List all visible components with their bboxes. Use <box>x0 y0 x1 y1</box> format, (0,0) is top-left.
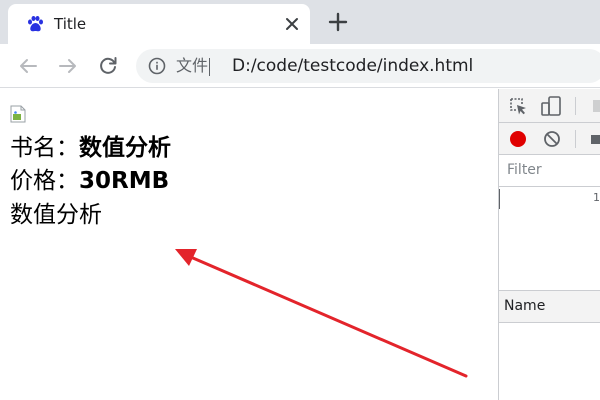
inspect-element-icon[interactable] <box>508 96 528 116</box>
reload-icon[interactable] <box>96 54 120 78</box>
address-bar[interactable]: 文件 D:/code/testcode/index.html <box>136 49 600 83</box>
info-icon[interactable] <box>148 57 166 75</box>
network-controls <box>499 123 600 155</box>
browser-tab[interactable]: Title <box>8 4 310 44</box>
toolbar-divider <box>575 130 576 148</box>
forward-arrow-icon[interactable] <box>56 54 80 78</box>
truncated-tab <box>593 100 600 112</box>
network-timeline: 1 <box>499 187 600 291</box>
close-icon[interactable] <box>282 14 302 34</box>
filter-bar: Filter <box>499 155 600 187</box>
timeline-tick-label: 1 <box>593 191 600 204</box>
record-icon[interactable] <box>508 129 528 149</box>
truncated-icon[interactable] <box>591 135 600 144</box>
toolbar-divider <box>575 97 576 115</box>
column-header-name[interactable]: Name <box>499 291 600 323</box>
timeline-marker <box>499 189 500 209</box>
browser-toolbar: 文件 D:/code/testcode/index.html <box>0 44 600 88</box>
filter-input[interactable]: Filter <box>499 155 600 186</box>
tab-title: Title <box>54 15 87 33</box>
tab-strip: Title <box>0 0 600 44</box>
divider <box>209 58 210 76</box>
column-header-label: Name <box>504 298 546 314</box>
baidu-paw-icon <box>28 16 43 32</box>
devtools-panel: Filter 1 Name <box>498 89 600 400</box>
device-toggle-icon[interactable] <box>540 95 562 117</box>
devtools-toolbar <box>499 89 600 123</box>
plus-icon[interactable] <box>326 10 350 34</box>
url-text[interactable]: D:/code/testcode/index.html <box>232 56 473 76</box>
clear-icon[interactable] <box>543 130 561 148</box>
file-scheme-label: 文件 <box>176 56 209 75</box>
back-arrow-icon[interactable] <box>16 54 40 78</box>
annotation-arrow <box>175 249 468 378</box>
page-content: 书名：数值分析 价格：30RMB 数值分析 <box>0 89 498 400</box>
